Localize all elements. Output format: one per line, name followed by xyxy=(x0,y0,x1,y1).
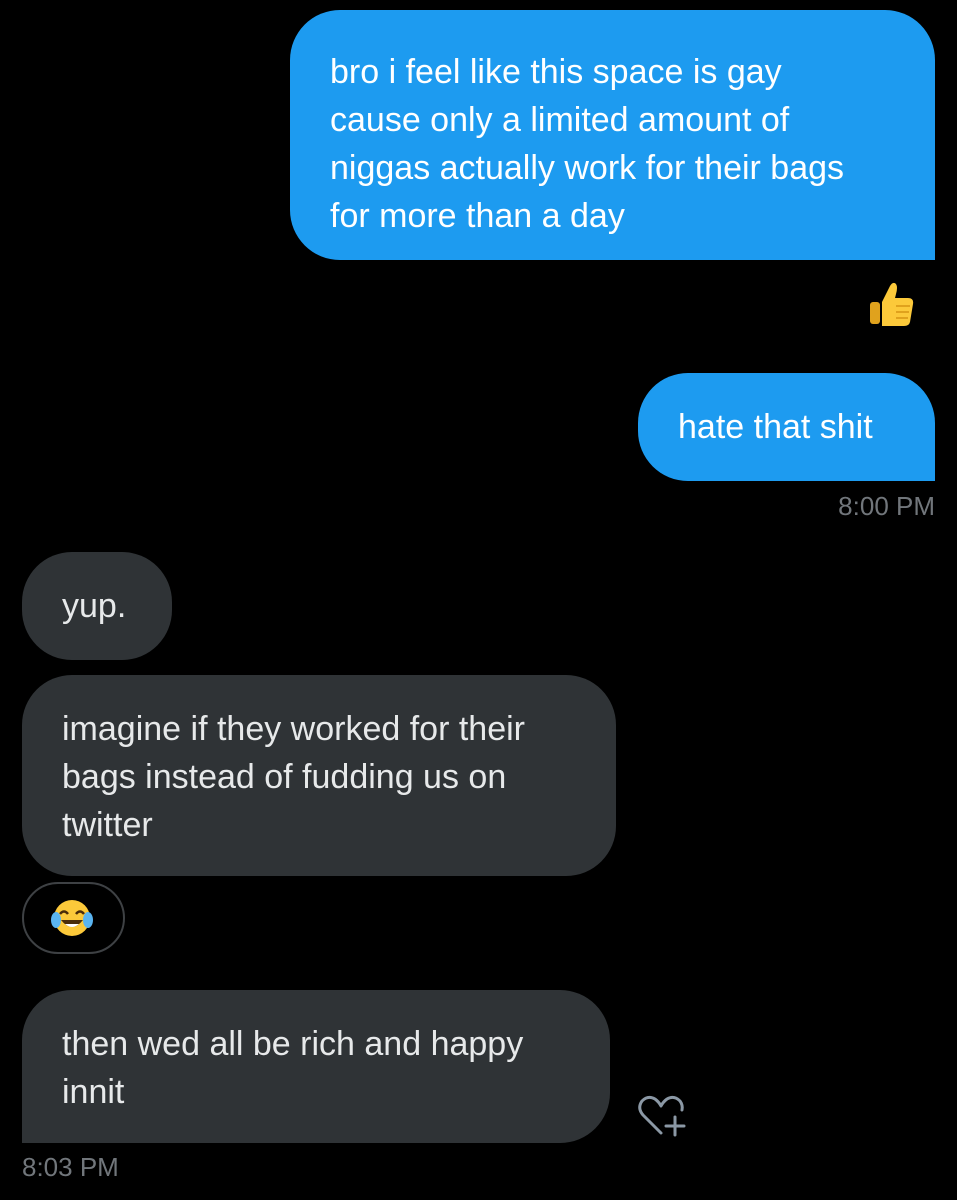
heart-plus-icon[interactable] xyxy=(635,1093,689,1139)
incoming-message-bubble[interactable]: imagine if they worked for their bags in… xyxy=(22,675,616,876)
incoming-message-bubble[interactable]: yup. xyxy=(22,552,172,660)
message-timestamp: 8:00 PM xyxy=(838,491,935,521)
reaction-pill[interactable] xyxy=(22,882,125,954)
incoming-message-bubble[interactable]: then wed all be rich and happy innit xyxy=(22,990,610,1143)
outgoing-message-bubble[interactable]: bro i feel like this space is gay cause … xyxy=(290,10,935,260)
message-timestamp: 8:03 PM xyxy=(22,1152,119,1182)
outgoing-message-bubble[interactable]: hate that shit xyxy=(638,373,935,481)
tears-of-joy-emoji-icon xyxy=(51,900,93,936)
thumbs-up-reaction-icon[interactable] xyxy=(866,278,918,330)
